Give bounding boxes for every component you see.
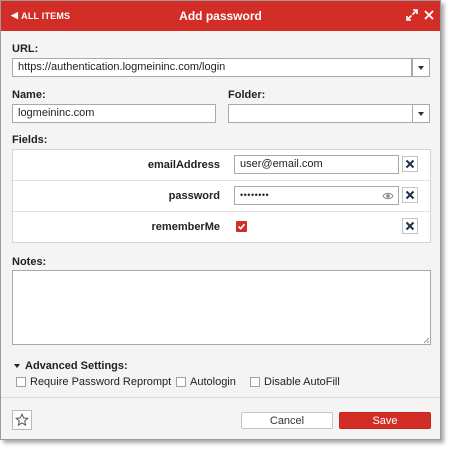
delete-icon	[405, 221, 415, 231]
eye-icon[interactable]	[382, 190, 394, 202]
chevron-down-icon	[418, 111, 424, 116]
delete-icon	[405, 190, 415, 200]
option-label: Disable AutoFill	[264, 376, 340, 388]
url-label: URL:	[12, 43, 39, 55]
password-field[interactable]: ••••••••	[234, 186, 399, 205]
dialog-title: Add password	[179, 9, 262, 23]
resize-grip-icon[interactable]	[423, 337, 430, 344]
autologin-option[interactable]: Autologin	[176, 376, 236, 388]
url-dropdown-button[interactable]	[412, 58, 430, 77]
field-row-rememberme: rememberMe	[13, 212, 430, 243]
require-reprompt-option[interactable]: Require Password Reprompt	[16, 376, 171, 388]
delete-icon	[405, 159, 415, 169]
url-field[interactable]: https://authentication.logmeininc.com/lo…	[12, 58, 412, 77]
fields-label: Fields:	[12, 134, 48, 146]
checkmark-icon	[237, 223, 246, 230]
cancel-button[interactable]: Cancel	[241, 412, 333, 429]
field-row-emailaddress: emailAddress user@email.com	[13, 150, 430, 181]
field-name: password	[168, 190, 220, 202]
disable-autofill-checkbox[interactable]	[250, 377, 260, 387]
disable-autofill-option[interactable]: Disable AutoFill	[250, 376, 340, 388]
email-address-field[interactable]: user@email.com	[234, 155, 399, 174]
folder-label: Folder:	[228, 89, 266, 101]
field-name: emailAddress	[147, 159, 220, 171]
option-label: Require Password Reprompt	[30, 376, 172, 388]
dialog-header: ◀ ALL ITEMS Add password	[1, 1, 440, 31]
folder-select[interactable]	[228, 104, 413, 123]
save-button[interactable]: Save	[339, 412, 431, 429]
delete-field-button[interactable]	[402, 187, 418, 203]
remember-me-checkbox[interactable]	[236, 221, 247, 232]
name-field[interactable]: logmeininc.com	[12, 104, 216, 123]
expand-icon[interactable]	[405, 8, 419, 22]
advanced-settings-label: Advanced Settings:	[25, 360, 128, 372]
favorite-button[interactable]	[12, 410, 32, 430]
star-icon	[15, 413, 29, 427]
delete-field-button[interactable]	[402, 218, 418, 234]
chevron-down-icon	[14, 364, 20, 368]
autologin-checkbox[interactable]	[176, 377, 186, 387]
name-label: Name:	[12, 89, 46, 101]
notes-label: Notes:	[12, 256, 47, 268]
folder-dropdown-button[interactable]	[412, 104, 430, 123]
delete-field-button[interactable]	[402, 156, 418, 172]
advanced-settings-toggle[interactable]: Advanced Settings:	[14, 360, 128, 372]
require-reprompt-checkbox[interactable]	[16, 377, 26, 387]
notes-textarea[interactable]	[12, 270, 431, 345]
field-name: rememberMe	[151, 221, 220, 233]
option-label: Autologin	[190, 376, 236, 388]
dialog-footer: Cancel Save	[1, 397, 440, 439]
fields-table: emailAddress user@email.com password •••…	[12, 149, 431, 243]
field-row-password: password ••••••••	[13, 181, 430, 212]
password-value: ••••••••	[240, 190, 270, 200]
add-password-dialog: ◀ ALL ITEMS Add password URL: https://au…	[0, 0, 441, 440]
chevron-down-icon	[418, 65, 424, 70]
close-icon[interactable]	[422, 8, 436, 22]
